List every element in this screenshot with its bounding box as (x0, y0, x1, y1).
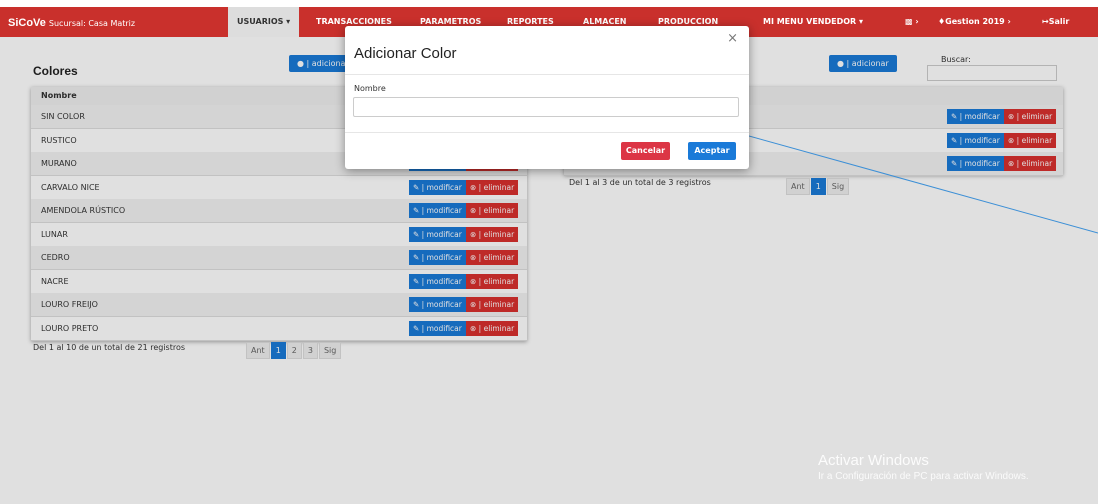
add-color-dialog: Adicionar Color × Nombre Cancelar Acepta… (345, 26, 749, 169)
dialog-divider (345, 74, 749, 75)
nombre-label: Nombre (354, 84, 386, 93)
close-icon[interactable]: × (727, 31, 738, 46)
dialog-footer-divider (345, 132, 749, 133)
accept-button[interactable]: Aceptar (688, 142, 736, 160)
windows-activation-title: Activar Windows (818, 452, 929, 469)
cancel-button[interactable]: Cancelar (621, 142, 670, 160)
nombre-input[interactable] (353, 97, 739, 117)
windows-activation-hint: Ir a Configuración de PC para activar Wi… (818, 471, 1029, 482)
dialog-title: Adicionar Color (354, 45, 457, 62)
